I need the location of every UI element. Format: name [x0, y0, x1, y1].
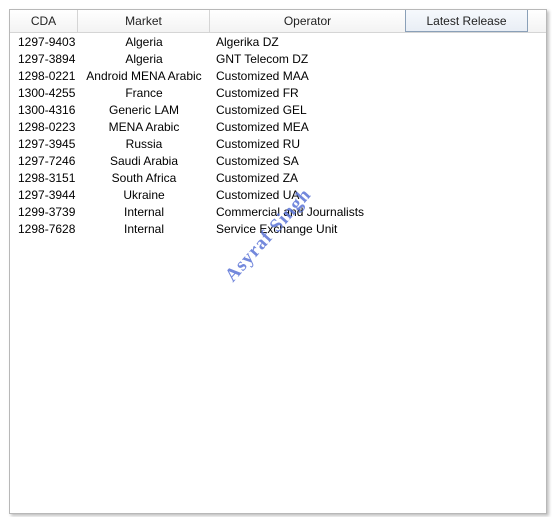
operator-cell: Service Exchange Unit: [216, 222, 338, 236]
table-header: CDA Market Operator Latest Release: [10, 10, 546, 33]
table-row[interactable]: 1297-3944 Ukraine Customized UA: [10, 187, 546, 204]
cda-cell: 1297-3944: [18, 188, 76, 202]
cda-cell: 1298-0223: [18, 120, 76, 134]
cda-cell: 1298-0221: [18, 69, 76, 83]
market-cell: Internal: [123, 222, 165, 236]
market-cell: Algeria: [125, 52, 163, 66]
cda-cell: 1297-3894: [18, 52, 76, 66]
market-cell: Saudi Arabia: [109, 154, 179, 168]
cda-cell: 1298-7628: [18, 222, 76, 236]
table-row[interactable]: 1298-0223 MENA Arabic Customized MEA: [10, 119, 546, 136]
table-row[interactable]: 1297-3894 Algeria GNT Telecom DZ: [10, 51, 546, 68]
operator-cell: Customized RU: [216, 137, 301, 151]
operator-cell: Customized GEL: [216, 103, 307, 117]
operator-cell: GNT Telecom DZ: [216, 52, 309, 66]
market-cell: Internal: [123, 205, 165, 219]
column-header-latest-release[interactable]: Latest Release: [405, 10, 528, 32]
operator-cell: Customized SA: [216, 154, 299, 168]
cda-cell: 1300-4316: [18, 103, 76, 117]
table-row[interactable]: 1300-4255 France Customized FR: [10, 85, 546, 102]
cda-cell: 1300-4255: [18, 86, 76, 100]
operator-cell: Customized UA: [216, 188, 300, 202]
column-header-market[interactable]: Market: [78, 10, 210, 32]
market-cell: Generic LAM: [108, 103, 180, 117]
cda-cell: 1297-7246: [18, 154, 76, 168]
cda-cell: 1297-3945: [18, 137, 76, 151]
operator-cell: Customized ZA: [216, 171, 299, 185]
table-row[interactable]: 1298-3151 South Africa Customized ZA: [10, 170, 546, 187]
table-row[interactable]: 1297-7246 Saudi Arabia Customized SA: [10, 153, 546, 170]
operator-cell: Commercial and Journalists: [216, 205, 365, 219]
market-cell: Android MENA Arabic: [86, 69, 202, 83]
cda-cell: 1297-9403: [18, 35, 76, 49]
operator-cell: Customized MEA: [216, 120, 309, 134]
cda-cell: 1299-3739: [18, 205, 76, 219]
table-row[interactable]: 1300-4316 Generic LAM Customized GEL: [10, 102, 546, 119]
column-header-operator[interactable]: Operator: [210, 10, 406, 32]
column-header-cda[interactable]: CDA: [10, 10, 78, 32]
operator-cell: Algerika DZ: [216, 35, 279, 49]
operator-cell: Customized FR: [216, 86, 299, 100]
market-cell: Russia: [125, 137, 163, 151]
table-row[interactable]: 1298-0221 Android MENA Arabic Customized…: [10, 68, 546, 85]
market-cell: South Africa: [111, 171, 177, 185]
table-row[interactable]: 1297-3945 Russia Customized RU: [10, 136, 546, 153]
market-cell: Algeria: [125, 35, 163, 49]
operator-cell: Customized MAA: [216, 69, 309, 83]
table-row[interactable]: 1297-9403 Algeria Algerika DZ: [10, 34, 546, 51]
market-cell: MENA Arabic: [108, 120, 180, 134]
market-cell: Ukraine: [123, 188, 165, 202]
release-table-panel: CDA Market Operator Latest Release 1297-…: [9, 9, 547, 514]
market-cell: France: [125, 86, 163, 100]
cda-cell: 1298-3151: [18, 171, 76, 185]
